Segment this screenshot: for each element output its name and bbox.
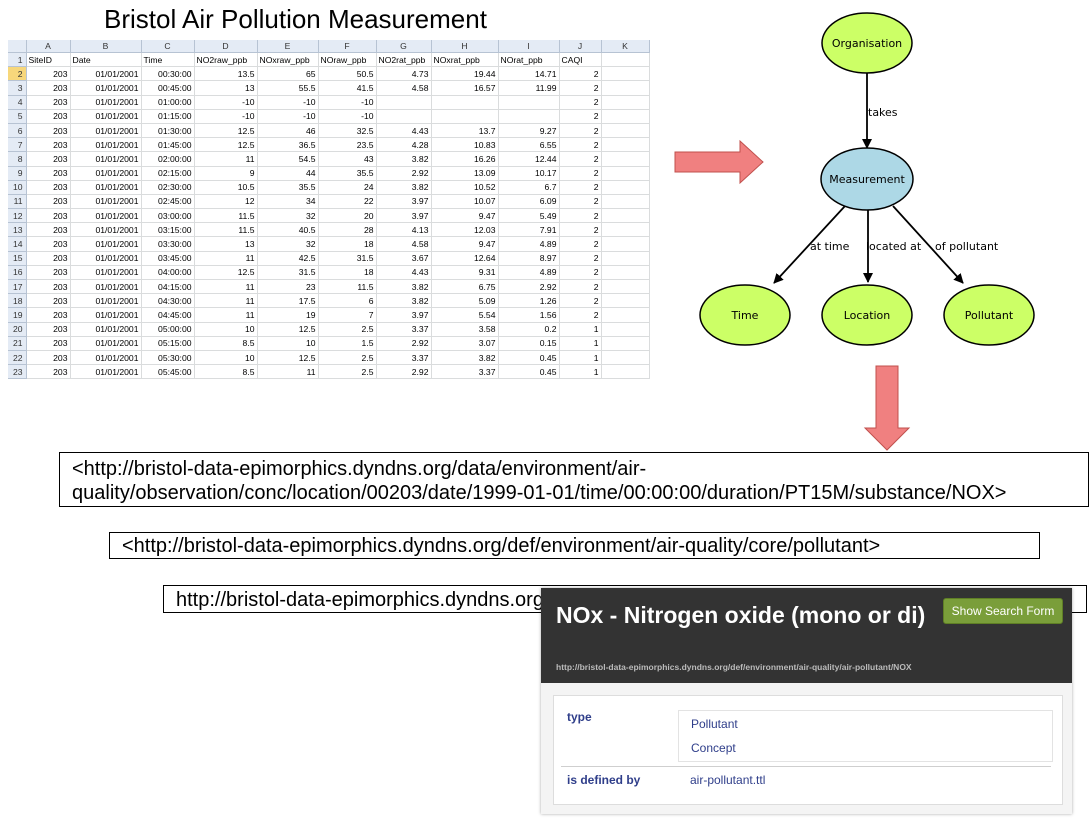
card-properties: type Pollutant Concept is defined by air… [553, 695, 1063, 805]
edge-label-of-pollutant: of pollutant [935, 240, 999, 253]
property-defined-by-label: is defined by [567, 773, 641, 787]
observation-uri-box: <http://bristol-data-epimorphics.dyndns.… [59, 452, 1089, 507]
type-value-link[interactable]: Pollutant [691, 717, 738, 731]
card-header: NOx - Nitrogen oxide (mono or di) http:/… [541, 588, 1072, 683]
type-value-link[interactable]: Concept [691, 741, 736, 755]
flow-arrow-right [674, 139, 764, 185]
defined-by-link[interactable]: air-pollutant.ttl [690, 773, 765, 787]
edge-label-takes: takes [868, 106, 898, 119]
node-time-label: Time [731, 309, 759, 322]
node-pollutant-label: Pollutant [965, 309, 1014, 322]
node-organisation-label: Organisation [832, 37, 902, 50]
edge-label-at-time: at time [810, 240, 850, 253]
pollutant-def-uri-box: <http://bristol-data-epimorphics.dyndns.… [109, 532, 1040, 559]
edge-label-located-at: located at [866, 240, 922, 253]
show-search-form-button[interactable]: Show Search Form [943, 598, 1063, 624]
type-values: Pollutant Concept [678, 710, 1053, 762]
divider [561, 766, 1051, 767]
flow-arrow-down [863, 365, 911, 451]
node-location-label: Location [844, 309, 891, 322]
property-type-label: type [567, 710, 592, 724]
node-measurement-label: Measurement [829, 173, 905, 186]
resource-card: NOx - Nitrogen oxide (mono or di) http:/… [541, 588, 1072, 814]
card-title: NOx - Nitrogen oxide (mono or di) [556, 602, 926, 628]
card-url[interactable]: http://bristol-data-epimorphics.dyndns.o… [556, 662, 912, 672]
